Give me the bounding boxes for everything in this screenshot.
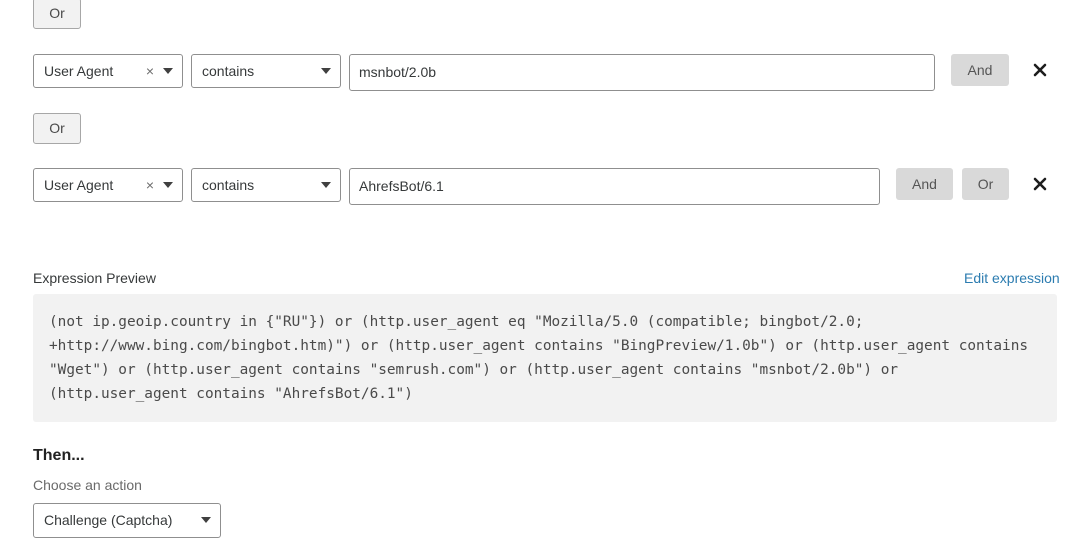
chevron-down-icon [163,182,173,188]
operator-select[interactable]: contains [191,54,341,88]
edit-expression-link[interactable]: Edit expression [964,270,1060,286]
value-input-text: AhrefsBot/6.1 [359,178,444,194]
value-input-text: msnbot/2.0b [359,64,437,80]
or-separator-button[interactable]: Or [33,113,81,144]
clear-icon[interactable]: × [146,55,154,87]
close-icon[interactable] [1033,63,1049,79]
then-heading: Then... [33,447,85,464]
operator-select-value: contains [202,177,255,193]
and-button[interactable]: And [896,168,953,200]
close-icon[interactable] [1033,177,1049,193]
chevron-down-icon [321,68,331,74]
chevron-down-icon [321,182,331,188]
or-separator-button[interactable]: Or [33,0,81,29]
choose-action-label: Choose an action [33,477,142,493]
field-select-value: User Agent [44,63,114,79]
value-input[interactable]: msnbot/2.0b [349,54,935,91]
field-select[interactable]: User Agent × [33,168,183,202]
action-select[interactable]: Challenge (Captcha) [33,503,221,538]
action-select-value: Challenge (Captcha) [44,512,173,528]
value-input[interactable]: AhrefsBot/6.1 [349,168,880,205]
operator-select[interactable]: contains [191,168,341,202]
clear-icon[interactable]: × [146,169,154,201]
field-select[interactable]: User Agent × [33,54,183,88]
chevron-down-icon [163,68,173,74]
expression-preview-label: Expression Preview [33,270,156,286]
chevron-down-icon [201,517,211,523]
expression-preview: (not ip.geoip.country in {"RU"}) or (htt… [33,294,1057,422]
operator-select-value: contains [202,63,255,79]
field-select-value: User Agent [44,177,114,193]
and-button[interactable]: And [951,54,1009,86]
or-button[interactable]: Or [962,168,1009,200]
